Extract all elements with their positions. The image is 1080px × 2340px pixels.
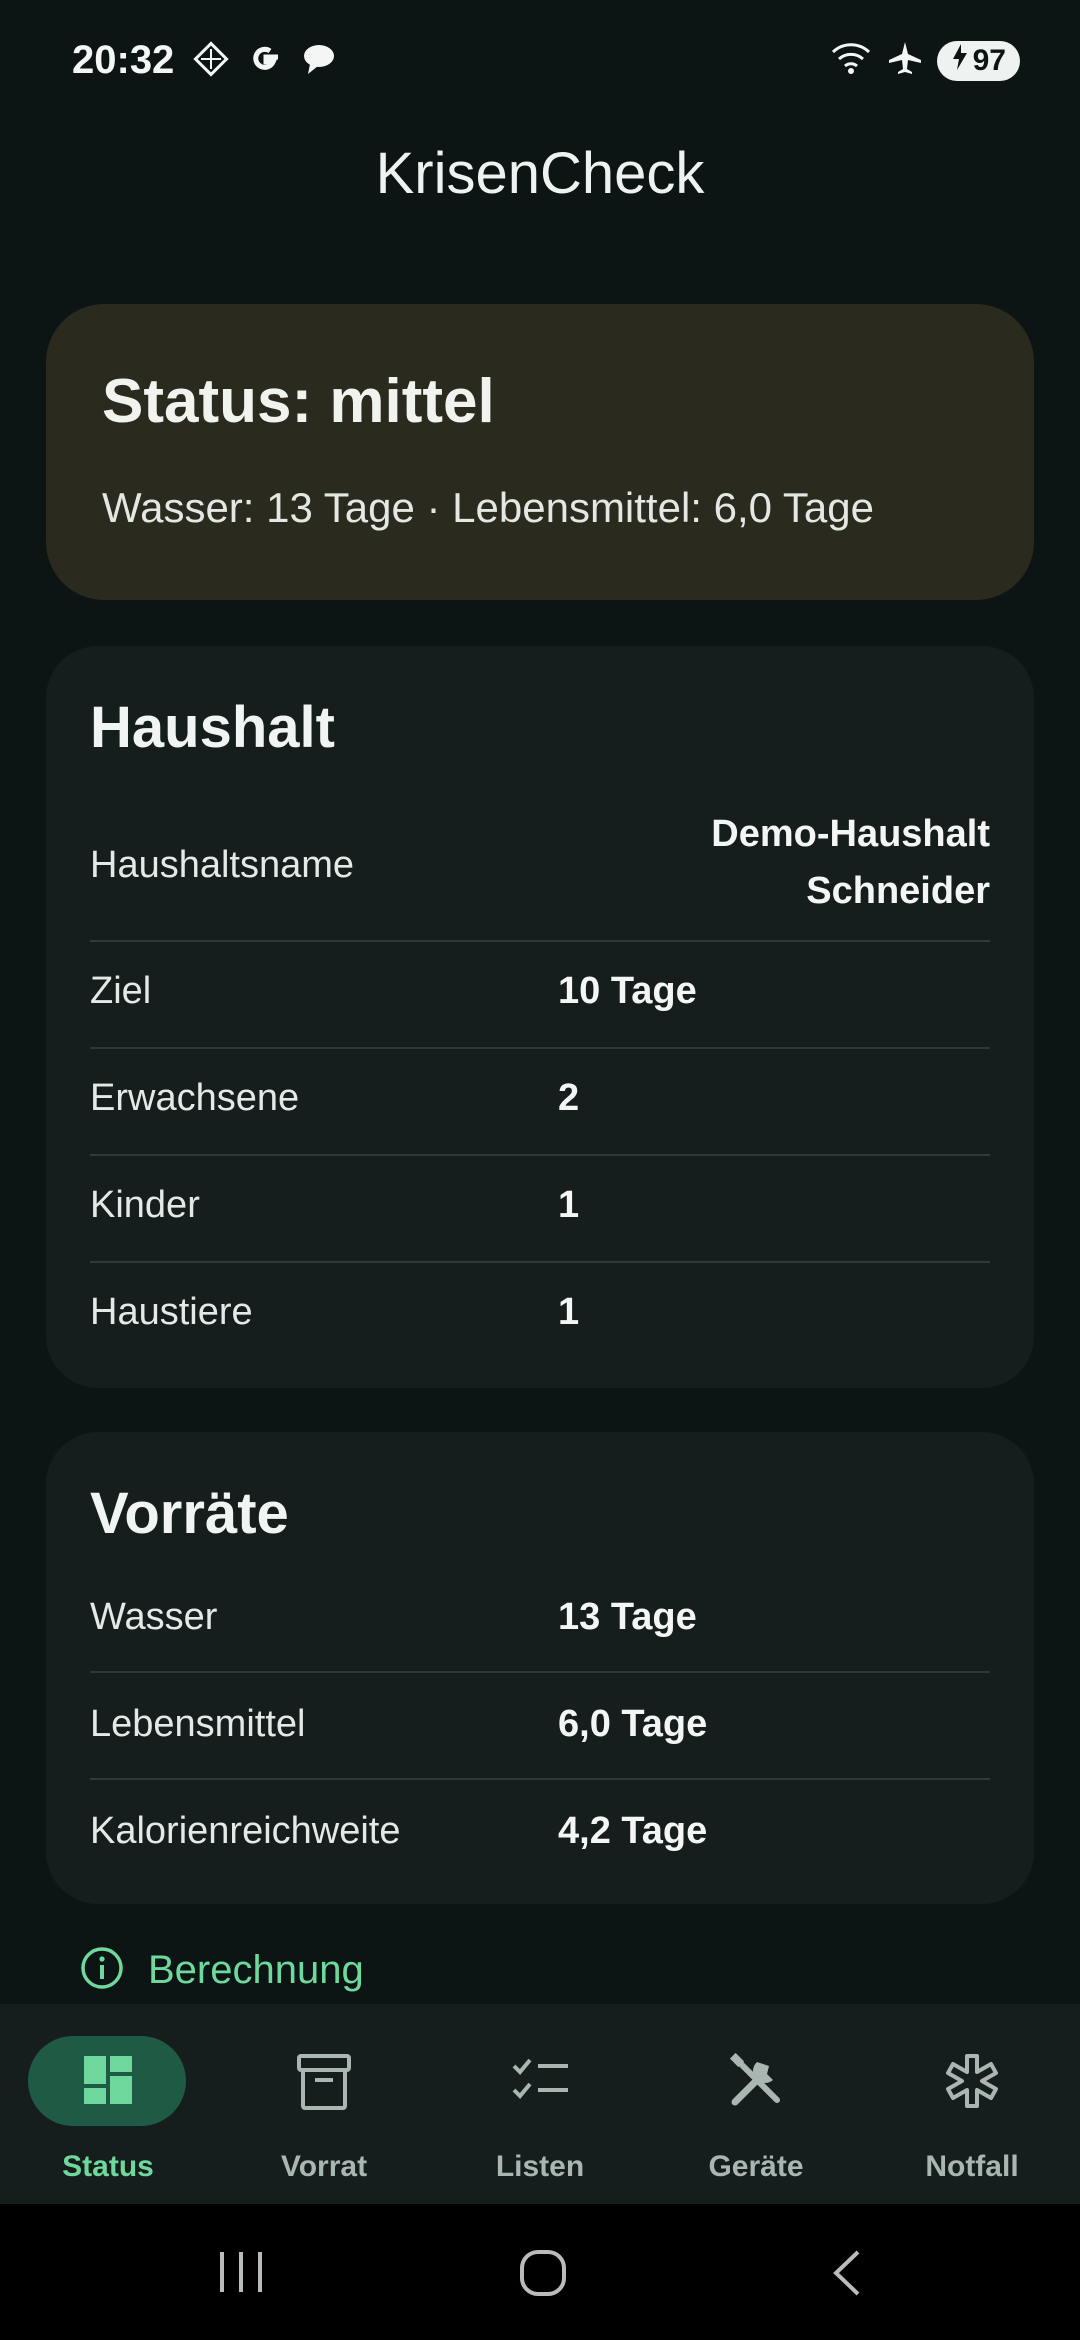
supplies-title: Vorräte [90,1481,289,1546]
row-label: Erwachsene [90,1077,300,1119]
airplane-icon [887,40,923,81]
divider [90,1047,990,1049]
dashboard-icon [0,2052,216,2112]
row-label: Wasser [90,1596,218,1638]
row-value: 1 [558,1291,580,1333]
status-title: Status: mittel [102,367,495,436]
battery-indicator: 97 [936,40,1020,81]
status-card: Status: mittel Wasser: 13 Tage · Lebensm… [46,304,1034,600]
bottom-navigation: Status Vorrat Listen Geräte Notfall [0,2004,1080,2204]
info-icon [80,1946,124,1995]
calculation-label: Berechnung [148,1948,364,1992]
row-value: 4,2 Tage [558,1810,708,1852]
asterisk-icon [864,2052,1080,2112]
calculation-button[interactable]: Berechnung [80,1946,364,1995]
household-title: Haushalt [90,695,335,760]
chat-bubble-icon [302,42,336,81]
status-subtitle: Wasser: 13 Tage · Lebensmittel: 6,0 Tage [102,484,874,531]
nav-listen[interactable]: Listen [432,2004,648,2204]
nav-label: Listen [495,2150,585,2183]
wifi-icon [829,40,873,81]
archive-box-icon [216,2052,432,2112]
row-value: 13 Tage [558,1596,697,1638]
row-label: Kalorienreichweite [90,1810,401,1852]
nav-status[interactable]: Status [0,2004,216,2204]
nav-notfall[interactable]: Notfall [864,2004,1080,2204]
household-card: Haushalt Haushaltsname Demo-Haushalt Sch… [46,646,1034,1388]
divider [90,1261,990,1263]
divider [90,940,990,942]
row-label: Ziel [90,970,152,1012]
system-navigation-bar [0,2204,1080,2340]
nav-geraete[interactable]: Geräte [648,2004,864,2204]
status-time: 20:32 [72,38,175,82]
diamond-grid-icon [192,40,230,83]
nav-label: Geräte [708,2150,804,2183]
row-label: Haushaltsname [90,844,355,886]
row-value: 6,0 Tage [558,1703,708,1745]
checklist-icon [432,2052,648,2112]
nav-label: Notfall [925,2150,1019,2183]
bolt-icon [951,43,969,78]
row-label: Haustiere [90,1291,253,1333]
divider [90,1154,990,1156]
battery-level: 97 [972,43,1006,77]
recent-apps-icon[interactable] [216,2250,266,2299]
app-title: KrisenCheck [375,141,705,206]
divider [90,1671,990,1673]
row-value: Demo-Haushalt Schneider [711,813,990,912]
back-icon[interactable] [826,2248,866,2303]
tools-icon [648,2052,864,2112]
status-bar: 20:32 97 [0,0,1080,130]
row-value: 1 [558,1184,580,1226]
supplies-card: Vorräte Wasser 13 Tage Lebensmittel 6,0 … [46,1432,1034,1904]
google-icon [248,40,284,83]
row-value: 2 [558,1077,580,1119]
divider [90,1778,990,1780]
row-label: Kinder [90,1184,200,1226]
household-row-name: Haushaltsname Demo-Haushalt Schneider [90,806,990,926]
nav-vorrat[interactable]: Vorrat [216,2004,432,2204]
row-value: 10 Tage [558,970,697,1012]
nav-label: Status [62,2150,154,2183]
nav-label: Vorrat [280,2150,368,2183]
row-label: Lebensmittel [90,1703,306,1745]
home-icon[interactable] [518,2248,568,2303]
